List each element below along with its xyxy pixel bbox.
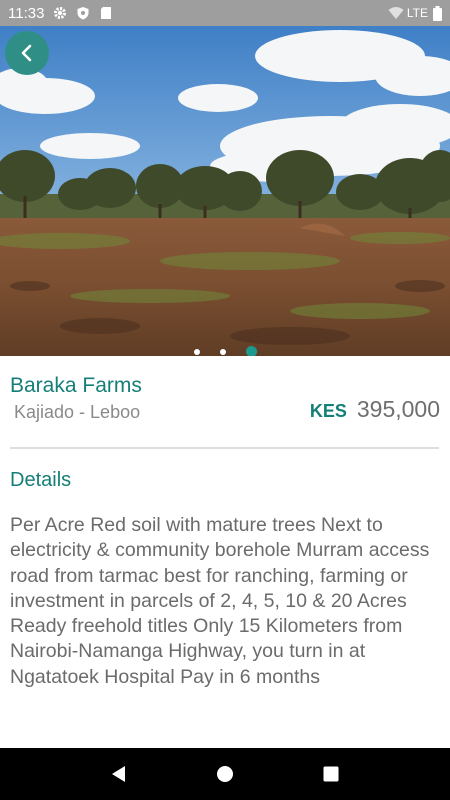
gallery-dot[interactable] xyxy=(219,348,226,355)
back-triangle-icon xyxy=(112,766,125,782)
status-time: 11:33 xyxy=(8,4,45,22)
nav-recents-button[interactable] xyxy=(311,754,351,794)
status-bar: 11:33 LTE xyxy=(0,0,450,26)
details-heading: Details xyxy=(10,469,72,491)
gallery-dot-active[interactable] xyxy=(245,346,257,356)
listing-price: KES 395,000 xyxy=(310,396,440,423)
sd-card-icon xyxy=(99,6,113,20)
details-description: Per Acre Red soil with mature trees Next… xyxy=(10,514,430,688)
home-circle-icon xyxy=(217,766,233,782)
recents-square-icon xyxy=(323,766,339,782)
divider xyxy=(10,447,439,449)
gallery-indicator xyxy=(0,346,450,356)
farmland-photo xyxy=(0,26,450,356)
battery-icon xyxy=(433,6,442,21)
price-currency: KES xyxy=(309,401,347,421)
gallery-dot[interactable] xyxy=(193,348,200,355)
nav-home-button[interactable] xyxy=(205,754,245,794)
back-button[interactable] xyxy=(5,31,49,75)
price-amount: 395,000 xyxy=(356,396,440,422)
network-type: LTE xyxy=(406,6,428,20)
shield-icon xyxy=(76,6,90,20)
gear-icon xyxy=(53,6,67,20)
nav-back-button[interactable] xyxy=(99,754,139,794)
listing-location: Kajiado - Leboo xyxy=(14,402,141,422)
chevron-left-icon xyxy=(21,44,32,62)
navigation-bar xyxy=(0,748,450,800)
photo-gallery[interactable] xyxy=(0,26,450,356)
listing-title: Baraka Farms xyxy=(10,374,142,397)
wifi-icon xyxy=(388,6,404,20)
